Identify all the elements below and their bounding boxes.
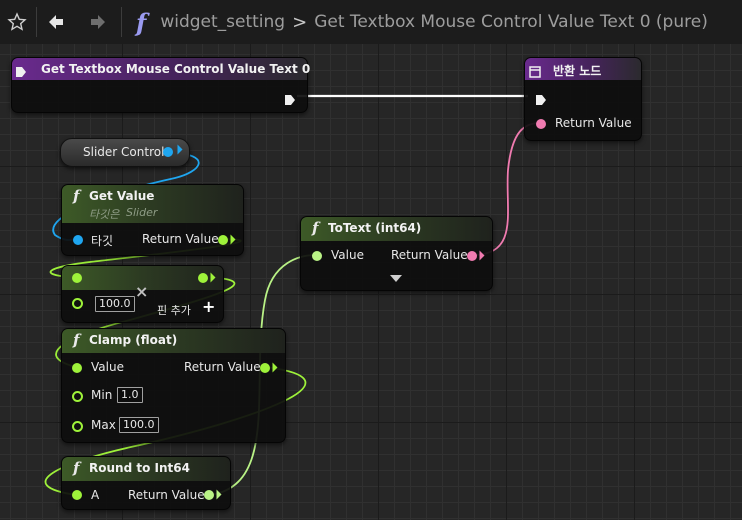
pin-arrow: [272, 362, 278, 373]
pin-label: Value: [91, 360, 124, 374]
return-value-pin[interactable]: [467, 251, 477, 261]
node-subtitle-prefix: 타깃은: [89, 208, 120, 221]
node-subtitle-target: Slider: [126, 206, 158, 219]
function-entry-node[interactable]: Get Textbox Mouse Control Value Text 0: [11, 57, 311, 113]
round-to-int64-node[interactable]: f Round to Int64 A Return Value: [61, 456, 231, 510]
totext-int64-node[interactable]: f ToText (int64) Value Return Value: [300, 216, 493, 291]
blueprint-editor: f widget_setting > Get Textbox Mouse Con…: [0, 0, 742, 520]
input-pin-a[interactable]: [72, 273, 82, 283]
pin-arrow: [216, 489, 222, 500]
min-input-pin[interactable]: [72, 391, 83, 402]
exec-pin-icon: [529, 63, 541, 78]
pin-label: Return Value: [128, 488, 205, 502]
pin-arrow: [177, 144, 183, 155]
exec-output-pin[interactable]: [284, 91, 296, 105]
output-pin[interactable]: [198, 273, 208, 283]
pin-label: Value: [331, 248, 364, 262]
value-input-pin[interactable]: [72, 363, 82, 373]
pin-label: Return Value: [184, 360, 261, 374]
pin-label: Return Value: [391, 248, 468, 262]
clamp-node[interactable]: f Clamp (float) Value Return Value Min 1…: [61, 328, 286, 443]
add-pin-button[interactable]: +: [202, 297, 215, 316]
return-value-pin[interactable]: [204, 490, 214, 500]
exec-pin-icon: [15, 63, 27, 77]
value-input-pin[interactable]: [312, 251, 322, 261]
node-title: ToText (int64): [328, 221, 422, 235]
slider-control-output-pin[interactable]: [163, 147, 173, 157]
pin-arrow: [230, 234, 236, 245]
triangle-down-icon[interactable]: [390, 275, 402, 282]
function-icon: f: [312, 219, 319, 237]
multiply-node[interactable]: 100.0 × 핀 추가 +: [61, 265, 224, 323]
slider-control-variable[interactable]: Slider Control: [60, 138, 190, 167]
a-input-pin[interactable]: [72, 490, 82, 500]
max-input-pin[interactable]: [72, 421, 83, 432]
node-title: 반환 노드: [553, 64, 602, 78]
target-pin[interactable]: [73, 235, 83, 245]
get-value-node[interactable]: f Get Value 타깃은 Slider 타깃 Return Value: [61, 184, 244, 256]
exec-input-pin[interactable]: [535, 91, 547, 105]
return-node[interactable]: 반환 노드 Return Value: [524, 57, 642, 141]
node-title: Get Value: [89, 189, 155, 203]
pin-label: 타깃: [91, 234, 114, 248]
function-icon: f: [73, 331, 80, 349]
node-title: Clamp (float): [89, 333, 178, 347]
pin-label: Max: [91, 418, 116, 432]
pin-label: Min: [91, 388, 113, 402]
return-value-pin[interactable]: [260, 363, 270, 373]
return-value-pin[interactable]: [218, 235, 228, 245]
node-title: Round to Int64: [89, 461, 190, 475]
close-icon[interactable]: ×: [135, 282, 148, 301]
pin-label: A: [91, 488, 100, 502]
pin-arrow: [210, 272, 216, 283]
max-value-field[interactable]: 100.0: [119, 417, 159, 433]
function-icon: f: [73, 187, 80, 205]
return-value-pin[interactable]: [536, 119, 546, 129]
pin-label: Return Value: [555, 116, 632, 130]
input-pin-b[interactable]: [72, 298, 83, 309]
min-value-field[interactable]: 1.0: [117, 387, 143, 403]
function-icon: f: [73, 459, 80, 477]
node-title: Get Textbox Mouse Control Value Text 0: [41, 62, 311, 76]
add-pin-label: 핀 추가: [157, 304, 191, 317]
multiplier-value-field[interactable]: 100.0: [95, 296, 135, 312]
pin-arrow: [479, 250, 485, 261]
pin-label: Return Value: [142, 232, 219, 246]
variable-label: Slider Control: [83, 145, 165, 159]
